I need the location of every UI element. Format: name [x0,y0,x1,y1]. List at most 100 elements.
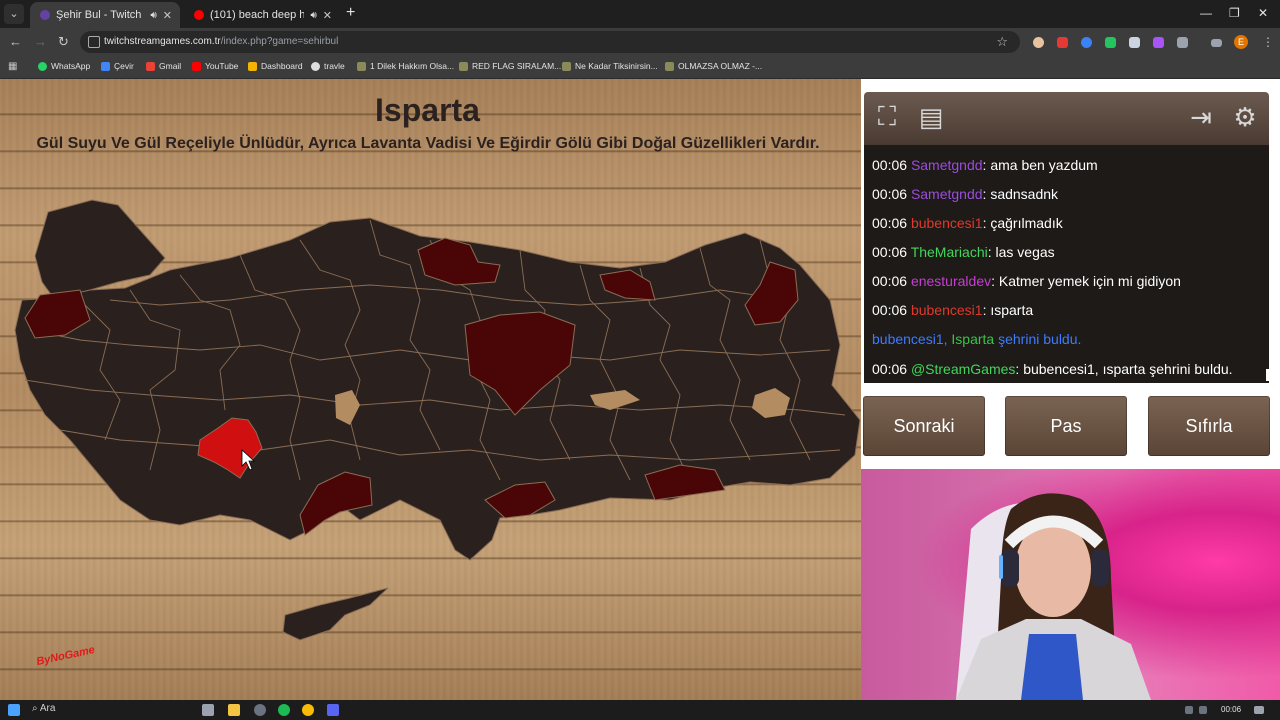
chat-username: bubencesi1, [872,331,948,347]
extension-icon[interactable] [1105,37,1116,48]
menu-icon[interactable]: ⋮ [1262,35,1274,49]
chat-text: sadnsadnk [990,186,1059,202]
chat-scrollbar[interactable] [1266,369,1269,381]
bookmark-dilek[interactable]: 1 Dilek Hakkım Olsa... [357,61,454,71]
profile-avatar[interactable]: E [1234,35,1248,49]
tab-search-button[interactable]: ⌄ [4,4,24,24]
reset-button[interactable]: Sıfırla [1148,396,1270,456]
spotify-icon[interactable] [278,704,290,716]
folder-icon [562,61,571,71]
chat-time: 00:06 [872,157,908,173]
new-tab-button[interactable]: + [346,5,355,21]
app-icon[interactable] [254,704,266,716]
volume-icon[interactable] [1199,706,1207,714]
network-icon[interactable] [1185,706,1193,714]
apps-grid-icon[interactable]: ▦ [8,61,17,72]
turkey-map[interactable] [0,185,861,655]
folder-icon [459,61,468,71]
reload-icon[interactable]: ↻ [58,34,69,50]
youtube-icon [194,10,204,20]
chat-city: Isparta [951,331,995,347]
extensions-puzzle-icon[interactable] [1177,37,1188,48]
list-document-icon[interactable]: ▤ [914,100,948,134]
chat-username: bubencesi1 [910,302,983,318]
chat-text: çağrılmadık [990,215,1063,231]
taskbar-clock[interactable]: 00:06 [1221,705,1241,714]
chat-time: 00:06 [872,273,908,289]
bookmark-tiksinirsin[interactable]: Ne Kadar Tiksinirsin... [562,61,658,71]
chat-username: enesturaldev [910,273,992,289]
chat-message: 00:06 @StreamGames: bubencesi1, ısparta … [872,361,1233,377]
webcam-feed [861,469,1280,700]
windows-start-icon[interactable] [8,704,20,716]
bookmark-label: 1 Dilek Hakkım Olsa... [370,61,455,71]
whatsapp-icon [38,61,47,71]
forward-icon[interactable]: → [34,34,47,50]
chat-time: 00:06 [872,186,908,202]
discord-icon[interactable] [327,704,339,716]
chrome-icon[interactable] [302,704,314,716]
globe-icon [311,61,320,71]
tab-youtube[interactable]: (101) beach deep house m 🔊︎ ✕ [184,2,340,28]
bookmark-red-flag[interactable]: RED FLAG SIRALAM... [459,61,561,71]
chat-text: ama ben yazdum [990,157,1098,173]
minimize-icon[interactable]: — [1200,6,1212,20]
search-label: Ara [39,703,56,714]
bookmark-olmazsa-olmaz[interactable]: OLMAZSA OLMAZ -... [665,61,762,71]
gmail-icon [146,61,155,71]
chat-system-message: bubencesi1, Isparta şehrini buldu. [872,331,1081,347]
speaker-icon[interactable]: 🔊︎ [150,10,156,21]
bookmark-star-icon[interactable]: ☆ [996,34,1008,50]
island-cyprus[interactable] [282,587,389,641]
chat-time: 00:06 [872,215,908,231]
settings-gear-icon[interactable]: ⚙ [1228,100,1262,134]
headset-left-light [999,555,1003,579]
notifications-icon[interactable] [1254,706,1264,714]
extension-icon[interactable] [1057,37,1068,48]
extension-icon[interactable] [1153,37,1164,48]
chat-message: 00:06 bubencesi1: çağrılmadık [872,215,1063,231]
bookmark-cevir[interactable]: Çevir [101,61,134,71]
folder-icon [665,61,674,71]
chat-text: las vegas [995,244,1055,260]
streamer-silhouette [956,493,1151,700]
browser-toolbar: ← → ↻ twitchstreamgames.com.tr/index.php… [0,28,1280,56]
windows-taskbar: ⌕ Ara 00:06 [0,700,1280,720]
extension-icon[interactable] [1129,37,1140,48]
fullscreen-icon[interactable]: ⛶ [870,100,904,134]
reading-list-icon[interactable] [1211,39,1222,47]
close-tab-icon[interactable]: ✕ [323,9,332,22]
bookmark-dashboard[interactable]: Dashboard [248,61,303,71]
bookmark-label: WhatsApp [51,61,91,71]
close-tab-icon[interactable]: ✕ [163,9,172,22]
bookmark-travle[interactable]: travle [311,61,345,71]
taskbar-search[interactable]: ⌕ Ara [32,703,55,714]
extension-icon[interactable] [1033,37,1044,48]
bookmark-youtube[interactable]: YouTube [192,61,238,71]
task-view-icon[interactable] [202,704,214,716]
bookmark-label: Dashboard [261,61,303,71]
bookmarks-bar: ▦ WhatsApp Çevir Gmail YouTube Dashboard… [0,56,1280,79]
bookmark-gmail[interactable]: Gmail [146,61,181,71]
next-button[interactable]: Sonraki [863,396,985,456]
bookmark-label: Ne Kadar Tiksinirsin... [575,61,658,71]
restore-icon[interactable]: ❐ [1229,6,1240,20]
pass-button[interactable]: Pas [1005,396,1127,456]
chat-username: Sametgndd [910,157,983,173]
bookmark-label: travle [324,61,345,71]
back-icon[interactable]: ← [9,34,22,50]
address-bar[interactable]: twitchstreamgames.com.tr/index.php?game=… [80,31,1020,53]
close-window-icon[interactable]: ✕ [1258,6,1268,20]
bookmark-whatsapp[interactable]: WhatsApp [38,61,90,71]
chat-username: TheMariachi [910,244,988,260]
file-explorer-icon[interactable] [228,704,240,716]
site-info-icon[interactable] [88,36,100,48]
speaker-icon[interactable]: 🔊︎ [310,10,316,21]
extension-icon[interactable] [1081,37,1092,48]
exit-icon[interactable]: ⇥ [1184,100,1218,134]
chat-message: 00:06 enesturaldev: Katmer yemek için mi… [872,273,1181,289]
chat-panel: 00:06 Sametgndd: ama ben yazdum 00:06 Sa… [864,145,1269,383]
url-path: /index.php?game=sehirbul [220,36,339,47]
tab-sehir-bul[interactable]: Şehir Bul - Twitch Stream G 🔊︎ ✕ [30,2,180,28]
chat-message: 00:06 bubencesi1: ısparta [872,302,1034,318]
